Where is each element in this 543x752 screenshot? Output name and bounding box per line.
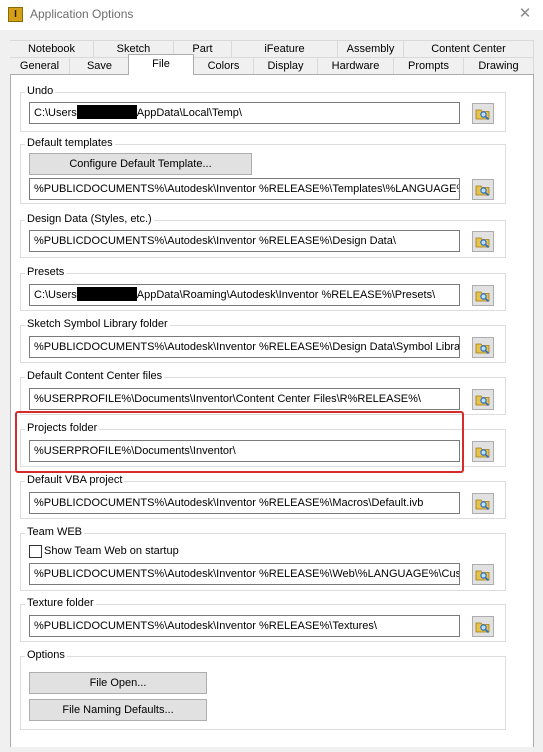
vba-path-input[interactable]: %PUBLICDOCUMENTS%\Autodesk\Inventor %REL… xyxy=(29,492,460,514)
default-templates-browse-button[interactable] xyxy=(472,179,494,200)
undo-browse-button[interactable] xyxy=(472,103,494,124)
team-web-path-input[interactable]: %PUBLICDOCUMENTS%\Autodesk\Inventor %REL… xyxy=(29,563,460,585)
tab-prompts[interactable]: Prompts xyxy=(394,57,464,74)
tab-hardware[interactable]: Hardware xyxy=(318,57,394,74)
close-button[interactable]: ✕ xyxy=(513,3,537,25)
presets-label: Presets xyxy=(25,266,67,278)
projects-browse-button[interactable] xyxy=(472,441,494,462)
undo-path-input[interactable]: C:\Users AppData\Local\Temp\ xyxy=(29,102,460,124)
design-data-browse-button[interactable] xyxy=(472,231,494,252)
texture-path-input[interactable]: %PUBLICDOCUMENTS%\Autodesk\Inventor %REL… xyxy=(29,615,460,637)
sketch-symbol-browse-button[interactable] xyxy=(472,337,494,358)
undo-path-prefix: C:\Users xyxy=(34,107,77,119)
tab-save[interactable]: Save xyxy=(70,57,130,74)
content-center-path-input[interactable]: %USERPROFILE%\Documents\Inventor\Content… xyxy=(29,388,460,410)
file-naming-defaults-button[interactable]: File Naming Defaults... xyxy=(29,699,207,721)
folder-magnifier-icon xyxy=(475,499,490,511)
default-templates-label: Default templates xyxy=(25,137,115,149)
content-center-browse-button[interactable] xyxy=(472,389,494,410)
folder-magnifier-icon xyxy=(475,570,490,582)
presets-path-input[interactable]: C:\Users AppData\Roaming\Autodesk\Invento… xyxy=(29,284,460,306)
title-bar: I Application Options ✕ xyxy=(0,0,543,30)
team-web-label: Team WEB xyxy=(25,526,85,538)
inventor-app-icon: I xyxy=(8,7,23,22)
tab-general[interactable]: General xyxy=(10,57,70,74)
tab-content-center[interactable]: Content Center xyxy=(404,40,534,57)
options-label: Options xyxy=(25,649,67,661)
presets-path-suffix: AppData\Roaming\Autodesk\Inventor %RELEA… xyxy=(136,289,436,301)
folder-magnifier-icon xyxy=(475,395,490,407)
tab-ifeature[interactable]: iFeature xyxy=(232,40,338,57)
design-data-label: Design Data (Styles, etc.) xyxy=(25,213,154,225)
folder-magnifier-icon xyxy=(475,343,490,355)
tab-file[interactable]: File xyxy=(128,54,194,75)
folder-magnifier-icon xyxy=(475,447,490,459)
projects-label: Projects folder xyxy=(25,422,100,434)
sketch-symbol-label: Sketch Symbol Library folder xyxy=(25,318,170,330)
file-open-button[interactable]: File Open... xyxy=(29,672,207,694)
tab-display[interactable]: Display xyxy=(254,57,318,74)
tab-notebook[interactable]: Notebook xyxy=(10,40,94,57)
vba-label: Default VBA project xyxy=(25,474,125,486)
vba-browse-button[interactable] xyxy=(472,493,494,514)
projects-path-input[interactable]: %USERPROFILE%\Documents\Inventor\ xyxy=(29,440,460,462)
window-title: Application Options xyxy=(30,7,134,21)
presets-path-prefix: C:\Users xyxy=(34,289,77,301)
texture-browse-button[interactable] xyxy=(472,616,494,637)
tab-drawing[interactable]: Drawing xyxy=(464,57,534,74)
undo-label: Undo xyxy=(25,85,56,97)
redacted-username xyxy=(76,287,137,301)
content-center-label: Default Content Center files xyxy=(25,370,165,382)
texture-label: Texture folder xyxy=(25,597,96,609)
show-team-web-label: Show Team Web on startup xyxy=(44,545,179,557)
design-data-path-input[interactable]: %PUBLICDOCUMENTS%\Autodesk\Inventor %REL… xyxy=(29,230,460,252)
folder-magnifier-icon xyxy=(475,622,490,634)
tab-assembly[interactable]: Assembly xyxy=(338,40,404,57)
redacted-username xyxy=(76,105,137,119)
configure-default-template-button[interactable]: Configure Default Template... xyxy=(29,153,252,175)
folder-magnifier-icon xyxy=(475,291,490,303)
default-templates-path-input[interactable]: %PUBLICDOCUMENTS%\Autodesk\Inventor %REL… xyxy=(29,178,460,200)
sketch-symbol-path-input[interactable]: %PUBLICDOCUMENTS%\Autodesk\Inventor %REL… xyxy=(29,336,460,358)
folder-magnifier-icon xyxy=(475,237,490,249)
undo-path-suffix: AppData\Local\Temp\ xyxy=(136,107,242,119)
team-web-browse-button[interactable] xyxy=(472,564,494,585)
show-team-web-checkbox[interactable] xyxy=(29,545,42,558)
folder-magnifier-icon xyxy=(475,109,490,121)
presets-browse-button[interactable] xyxy=(472,285,494,306)
folder-magnifier-icon xyxy=(475,185,490,197)
tab-colors[interactable]: Colors xyxy=(194,57,254,74)
